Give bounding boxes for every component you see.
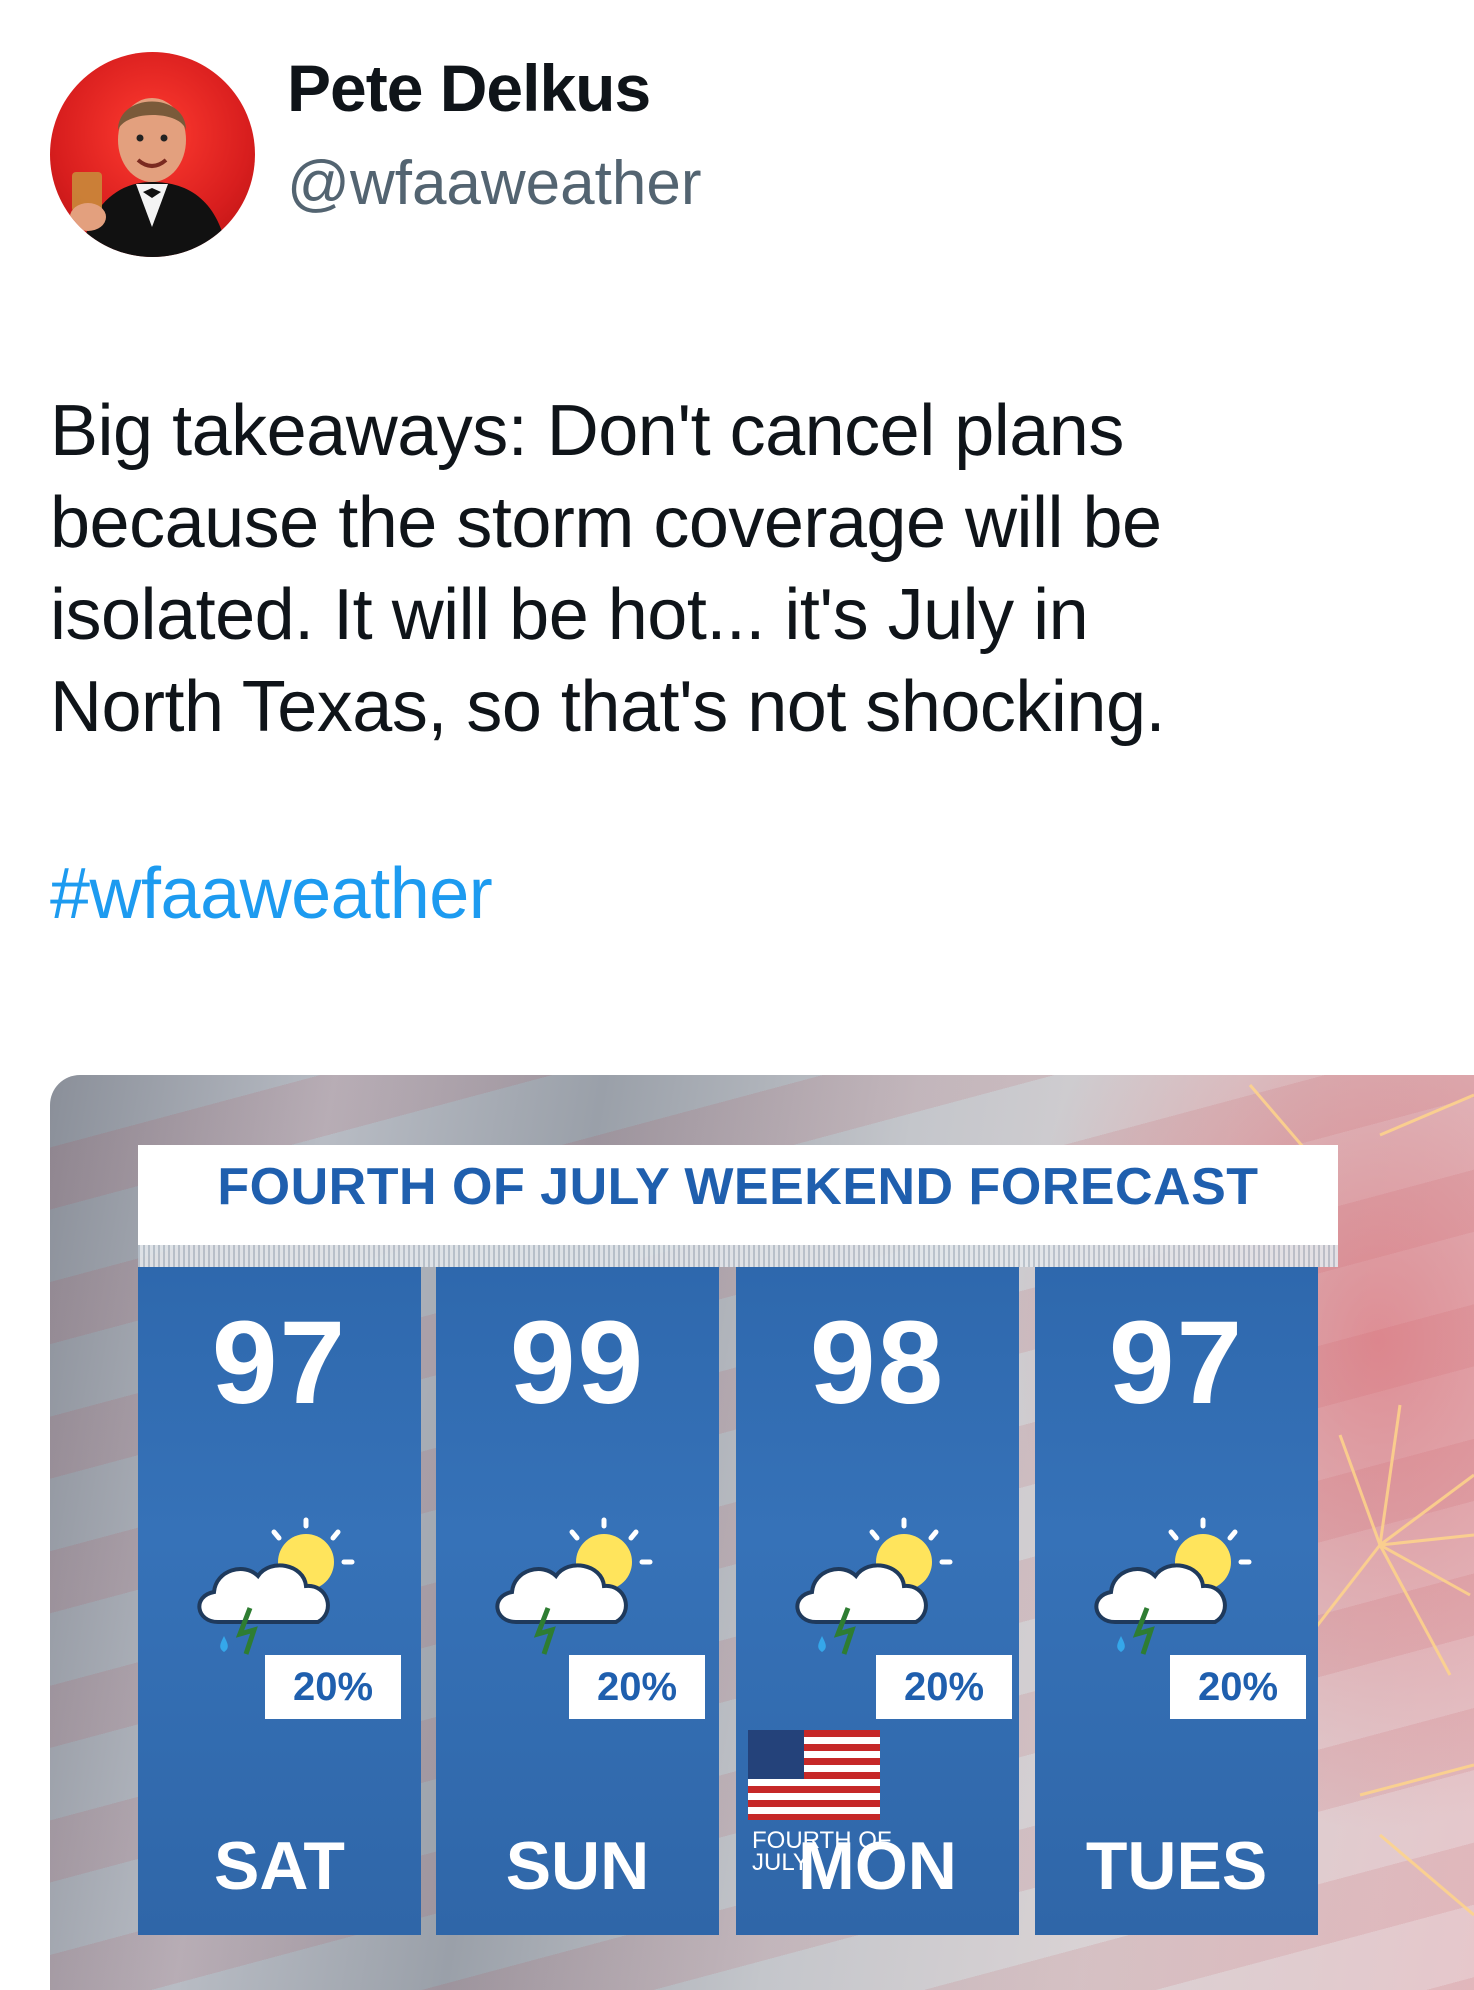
partly-cloudy-thunderstorm-icon xyxy=(197,1517,355,1655)
day-name: MON xyxy=(798,1828,957,1904)
partly-cloudy-thunderstorm-icon xyxy=(795,1517,953,1655)
forecast-day-mon: 98 20% FOURTH OF JULY MON xyxy=(736,1267,1019,1935)
forecast-title-bar: FOURTH OF JULY WEEKEND FORECAST xyxy=(138,1145,1338,1245)
tweet-media-image[interactable]: FOURTH OF JULY WEEKEND FORECAST 97 20% S… xyxy=(50,1075,1474,1990)
day-name: SAT xyxy=(214,1828,345,1904)
tweet-text: Big takeaways: Don't cancel plans becaus… xyxy=(50,391,1166,747)
avatar[interactable] xyxy=(50,52,255,257)
day-name: TUES xyxy=(1085,1828,1268,1904)
day-name: SUN xyxy=(505,1828,650,1904)
title-divider xyxy=(138,1245,1338,1267)
precip-chance: 20% xyxy=(265,1655,401,1719)
precip-chance: 20% xyxy=(876,1655,1012,1719)
high-temp: 99 xyxy=(509,1297,646,1429)
high-temp: 97 xyxy=(211,1297,348,1429)
partly-cloudy-thunderstorm-icon xyxy=(1094,1517,1252,1655)
author-handle[interactable]: @wfaaweather xyxy=(287,148,701,219)
profile-photo xyxy=(70,98,228,257)
hashtag-link[interactable]: #wfaaweather xyxy=(50,853,493,935)
precip-chance: 20% xyxy=(1170,1655,1306,1719)
forecast-day-tues: 97 20% TUES xyxy=(1035,1267,1318,1935)
american-flag-icon xyxy=(748,1730,880,1820)
high-temp: 98 xyxy=(809,1297,946,1429)
partly-cloudy-thunderstorm-icon xyxy=(495,1517,653,1655)
forecast-day-sat: 97 20% SAT xyxy=(138,1267,421,1935)
author-name[interactable]: Pete Delkus xyxy=(287,50,651,126)
forecast-title: FOURTH OF JULY WEEKEND FORECAST xyxy=(217,1158,1259,1216)
forecast-day-sun: 99 20% SUN xyxy=(436,1267,719,1935)
precip-chance: 20% xyxy=(569,1655,705,1719)
high-temp: 97 xyxy=(1108,1297,1245,1429)
